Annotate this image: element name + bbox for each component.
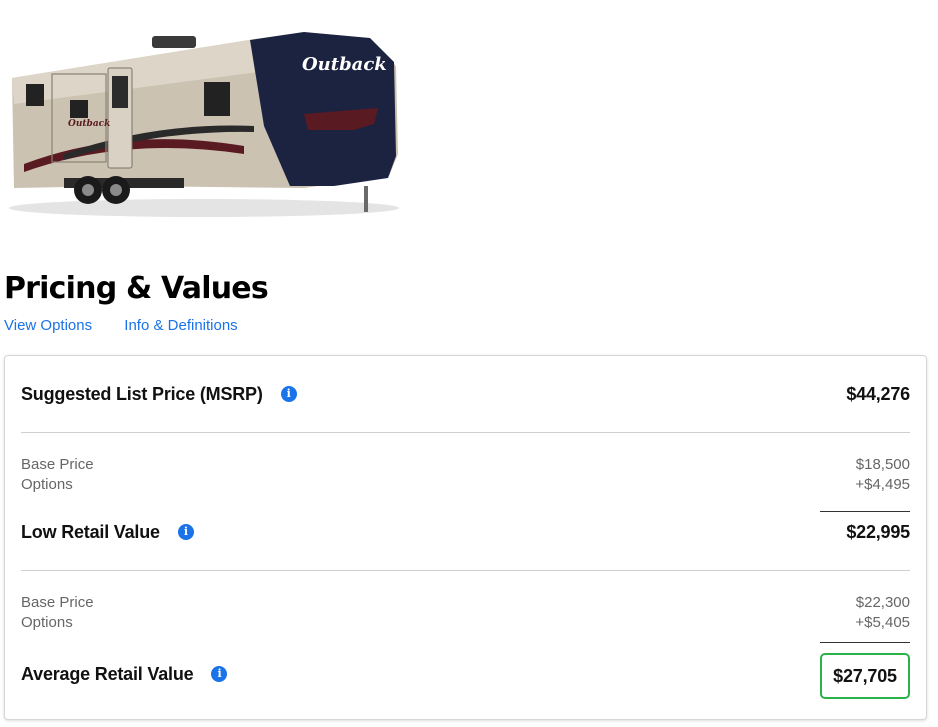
divider — [21, 570, 910, 571]
hub-1 — [82, 184, 94, 196]
avg-options-row: Options +$5,405 — [21, 612, 910, 632]
msrp-label-group: Suggested List Price (MSRP) i — [21, 384, 297, 405]
tongue-jack — [364, 186, 368, 212]
avg-options-label: Options — [21, 613, 73, 631]
avg-base-price-label: Base Price — [21, 593, 94, 611]
avg-base-price-row: Base Price $22,300 — [21, 592, 910, 612]
side-brand-logo: Outback — [68, 119, 110, 129]
low-base-price-row: Base Price $18,500 — [21, 454, 910, 474]
low-base-price-label: Base Price — [21, 455, 94, 473]
view-options-link[interactable]: View Options — [4, 317, 92, 334]
msrp-info-icon[interactable]: i — [280, 386, 297, 402]
door-window — [112, 76, 128, 108]
pricing-card: Suggested List Price (MSRP) i $44,276 Ba… — [4, 355, 927, 720]
divider — [21, 432, 910, 433]
page-title: Pricing & Values — [4, 271, 269, 306]
msrp-row: Suggested List Price (MSRP) i $44,276 — [21, 379, 910, 409]
low-retail-info-icon[interactable]: i — [177, 524, 194, 540]
pricing-links: View Options Info & Definitions — [4, 316, 238, 336]
avg-retail-value-highlight: $27,705 — [820, 653, 910, 699]
avg-retail-row: Average Retail Value i — [21, 659, 910, 689]
avg-retail-label: Average Retail Value — [21, 663, 194, 684]
avg-retail-label-group: Average Retail Value i — [21, 663, 228, 685]
page: Outback Outback Pricing & Values View Op… — [0, 0, 938, 727]
low-total-rule — [820, 511, 910, 512]
low-retail-label: Low Retail Value — [21, 521, 160, 542]
side-window-2 — [70, 100, 88, 118]
avg-options-value: +$5,405 — [855, 613, 910, 631]
side-window-1 — [26, 84, 44, 106]
low-base-price-value: $18,500 — [855, 455, 910, 473]
low-options-value: +$4,495 — [855, 475, 910, 493]
roof-ac — [152, 36, 196, 48]
low-retail-row: Low Retail Value i $22,995 — [21, 517, 910, 547]
avg-base-price-value: $22,300 — [855, 593, 910, 611]
ground-shadow — [9, 199, 399, 217]
low-options-row: Options +$4,495 — [21, 474, 910, 494]
hub-2 — [110, 184, 122, 196]
brand-logo: Outback — [302, 54, 387, 75]
low-retail-value: $22,995 — [846, 521, 910, 542]
avg-retail-info-icon[interactable]: i — [211, 666, 228, 682]
msrp-label: Suggested List Price (MSRP) — [21, 383, 263, 404]
info-definitions-link[interactable]: Info & Definitions — [124, 317, 237, 334]
low-options-label: Options — [21, 475, 73, 493]
avg-total-rule — [820, 642, 910, 643]
msrp-value: $44,276 — [846, 383, 910, 404]
low-retail-label-group: Low Retail Value i — [21, 522, 194, 543]
side-window-3 — [204, 82, 230, 116]
rv-trailer-image: Outback Outback — [9, 32, 399, 217]
